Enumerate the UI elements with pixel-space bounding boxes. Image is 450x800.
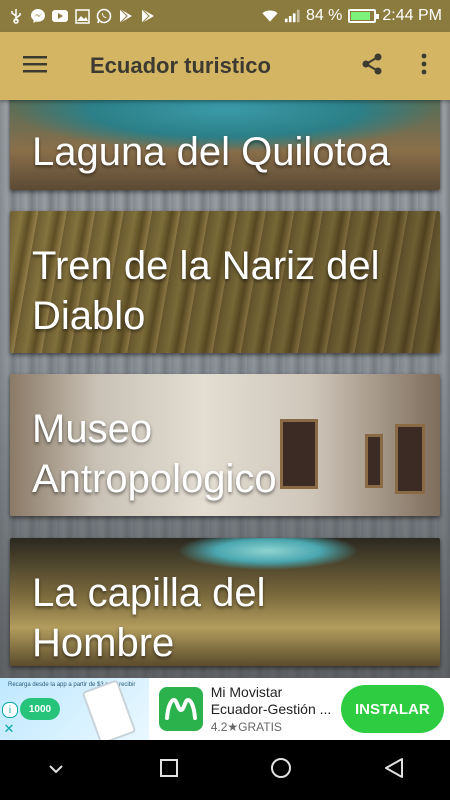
more-vert-icon	[421, 53, 427, 80]
play-store-icon	[118, 8, 134, 24]
ad-banner[interactable]: Recarga desde la app a partir de $3 para…	[0, 678, 450, 740]
share-icon	[360, 52, 384, 81]
app-title: Ecuador turistico	[90, 53, 271, 78]
recents-button[interactable]	[139, 740, 199, 800]
menu-button[interactable]	[0, 32, 70, 100]
card-title: Tren de la Nariz del Diablo	[32, 244, 380, 338]
app-bar: Ecuador turistico	[0, 32, 450, 100]
hide-keyboard-button[interactable]	[26, 740, 86, 800]
phone-image	[81, 679, 137, 740]
system-nav-bar	[0, 740, 450, 800]
ad-info-icon[interactable]: i	[2, 702, 18, 718]
play-store-icon	[140, 8, 156, 24]
card-capilla-hombre[interactable]: La capilla del Hombre	[10, 538, 440, 666]
install-button[interactable]: INSTALAR	[340, 685, 444, 733]
messenger-icon	[30, 8, 46, 24]
home-button[interactable]	[251, 740, 311, 800]
recents-icon	[159, 758, 179, 783]
battery-icon	[348, 9, 380, 23]
wifi-icon	[262, 8, 278, 24]
overflow-menu-button[interactable]	[398, 32, 450, 100]
ad-rating: 4.2★GRATIS	[210, 720, 282, 734]
back-button[interactable]	[364, 740, 424, 800]
battery-percent: 84 %	[305, 7, 343, 24]
share-button[interactable]	[346, 32, 398, 100]
usb-icon	[8, 8, 24, 24]
status-bar: 84 % 2:44 PM	[0, 0, 450, 32]
card-title: Museo Antropologico	[32, 407, 277, 501]
menu-icon	[23, 55, 47, 78]
card-museo-antropologico[interactable]: Museo Antropologico	[10, 374, 440, 516]
clock: 2:44 PM	[382, 7, 442, 24]
home-icon	[270, 757, 292, 784]
destination-list[interactable]: Laguna del Quilotoa Tren de la Nariz del…	[0, 100, 450, 678]
ad-promo-badge: 1000	[20, 698, 60, 720]
card-tren-nariz-diablo[interactable]: Tren de la Nariz del Diablo	[10, 211, 440, 353]
ad-app-name: Mi Movistar Ecuador-Gestión ...	[210, 684, 332, 717]
youtube-icon	[52, 8, 68, 24]
back-icon	[384, 757, 404, 784]
card-title: La capilla del Hombre	[32, 571, 266, 665]
hide-keyboard-icon	[49, 761, 63, 779]
whatsapp-icon	[96, 8, 112, 24]
card-laguna-quilotoa[interactable]: Laguna del Quilotoa	[10, 100, 440, 190]
signal-icon	[284, 8, 300, 24]
painting-image	[395, 424, 425, 494]
gallery-icon	[74, 8, 90, 24]
ad-image[interactable]: Recarga desde la app a partir de $3 para…	[0, 678, 149, 740]
movistar-logo-icon	[159, 687, 203, 731]
card-title: Laguna del Quilotoa	[32, 130, 391, 174]
ad-close-icon[interactable]: ✕	[2, 721, 16, 736]
